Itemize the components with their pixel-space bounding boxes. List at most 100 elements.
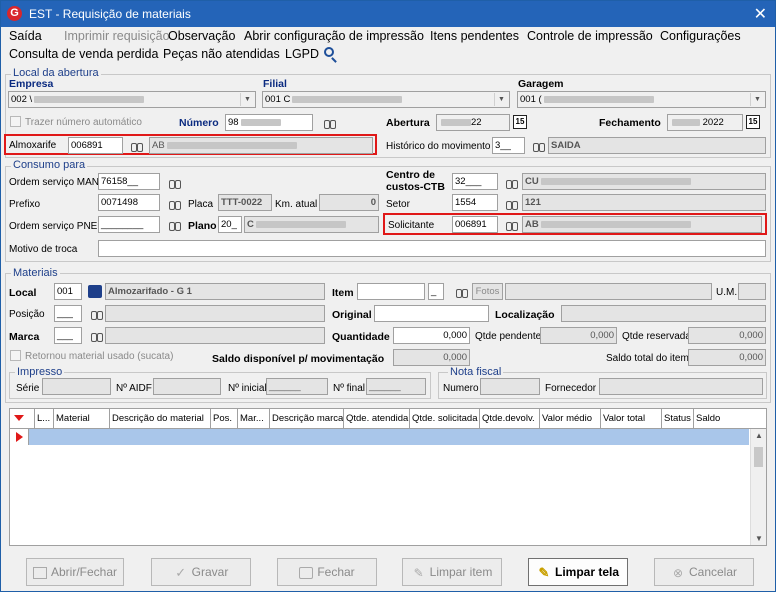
grid-col-material[interactable]: Material: [54, 409, 110, 429]
binoculars-icon[interactable]: [169, 178, 181, 189]
inicial-label: Nº inicial: [228, 383, 267, 394]
limpar-item-button[interactable]: ✎ Limpar item: [402, 558, 502, 586]
close-icon[interactable]: ✕: [754, 4, 767, 24]
menu-controle-impressao[interactable]: Controle de impressão: [527, 29, 653, 43]
solicitante-code-input[interactable]: 006891: [452, 216, 498, 233]
search-icon[interactable]: [324, 47, 334, 57]
binoculars-icon[interactable]: [456, 287, 468, 298]
abrir-fechar-button[interactable]: Abrir/Fechar: [26, 558, 124, 586]
filial-select[interactable]: 001 C ▼: [262, 91, 510, 108]
grid-scrollbar[interactable]: ▲ ▼: [750, 429, 766, 545]
retornou-checkbox[interactable]: [10, 350, 21, 361]
menu-configuracoes[interactable]: Configurações: [660, 29, 741, 43]
row-indicator-icon[interactable]: [10, 429, 29, 445]
menu-consulta-venda-perdida[interactable]: Consulta de venda perdida: [9, 47, 158, 61]
inicial-value: ______: [266, 378, 328, 395]
qtde-pendente-label: Qtde pendente: [475, 331, 542, 342]
plano-code-input[interactable]: 20_: [218, 216, 242, 233]
grid-col-descricao-material[interactable]: Descrição do material: [110, 409, 211, 429]
grid-col-qtde-solicitada[interactable]: Qtde. solicitada: [410, 409, 480, 429]
warehouse-icon[interactable]: [88, 285, 102, 298]
gravar-button[interactable]: ✓ Gravar: [151, 558, 251, 586]
grid-col-qtde-atendida[interactable]: Qtde. atendida: [344, 409, 410, 429]
grid-col-status[interactable]: Status: [662, 409, 694, 429]
historico-code-input[interactable]: 3__: [492, 137, 525, 154]
almoxarife-code-input[interactable]: 006891: [68, 137, 123, 154]
saldo-mov-value: 0,000: [393, 349, 470, 366]
motivo-troca-input[interactable]: [98, 240, 766, 257]
marca-desc: [105, 327, 325, 344]
local-code-input[interactable]: 001: [54, 283, 82, 300]
ordem-man-input[interactable]: 76158__: [98, 173, 160, 190]
grid-col-qtde-devolv[interactable]: Qtde.devolv.: [480, 409, 540, 429]
binoculars-icon[interactable]: [506, 220, 518, 231]
grid-sort-header[interactable]: [10, 409, 35, 429]
abertura-date[interactable]: 22: [436, 114, 510, 131]
garagem-label: Garagem: [518, 78, 564, 90]
chevron-down-icon[interactable]: ▼: [240, 93, 254, 106]
menu-saida[interactable]: Saída: [9, 29, 42, 43]
posicao-input[interactable]: ___: [54, 305, 82, 322]
saldo-item-value: 0,000: [688, 349, 766, 366]
prefixo-input[interactable]: 0071498: [98, 194, 160, 211]
binoculars-icon[interactable]: [533, 141, 545, 152]
binoculars-icon[interactable]: [506, 199, 518, 210]
item-label: Item: [332, 287, 354, 299]
placa-label: Placa: [188, 199, 214, 210]
trazer-numero-checkbox[interactable]: [10, 116, 21, 127]
limpar-tela-button[interactable]: ✎ Limpar tela: [528, 558, 628, 586]
menu-imprimir-requisicao[interactable]: Imprimir requisição: [64, 29, 170, 43]
km-atual-label: Km. atual: [275, 199, 318, 210]
setor-code-input[interactable]: 1554: [452, 194, 498, 211]
grid-col-descricao-marca[interactable]: Descrição marca: [270, 409, 344, 429]
binoculars-icon[interactable]: [91, 331, 103, 342]
cancelar-button[interactable]: ⊗ Cancelar: [654, 558, 754, 586]
binoculars-icon[interactable]: [91, 309, 103, 320]
menu-pecas-nao-atendidas[interactable]: Peças não atendidas: [163, 47, 280, 61]
garagem-select[interactable]: 001 (▼: [517, 91, 766, 108]
menu-abrir-configuracao-impressao[interactable]: Abrir configuração de impressão: [244, 29, 424, 43]
saldo-item-label: Saldo total do item: [606, 353, 689, 364]
menu-lgpd[interactable]: LGPD: [285, 47, 319, 61]
binoculars-icon[interactable]: [131, 141, 143, 152]
ordem-pne-input[interactable]: ________: [98, 216, 160, 233]
binoculars-icon[interactable]: [169, 220, 181, 231]
calendar-icon[interactable]: 15: [513, 115, 527, 129]
binoculars-icon[interactable]: [506, 178, 518, 189]
original-input[interactable]: [374, 305, 489, 322]
menu-observacao[interactable]: Observação: [168, 29, 235, 43]
item-input[interactable]: [357, 283, 425, 300]
menu-itens-pendentes[interactable]: Itens pendentes: [430, 29, 519, 43]
scroll-down-icon[interactable]: ▼: [755, 534, 763, 543]
items-grid[interactable]: L... Material Descrição do material Pos.…: [9, 408, 767, 546]
grid-col-l[interactable]: L...: [35, 409, 54, 429]
quantidade-input[interactable]: 0,000: [393, 327, 470, 344]
grid-col-saldo[interactable]: Saldo: [694, 409, 766, 429]
centro-custos-code-input[interactable]: 32___: [452, 173, 498, 190]
grid-col-pos[interactable]: Pos.: [211, 409, 238, 429]
chevron-down-icon[interactable]: ▼: [750, 93, 764, 106]
marca-input[interactable]: ___: [54, 327, 82, 344]
qtde-pendente-value: 0,000: [540, 327, 617, 344]
serie-label: Série: [16, 383, 40, 394]
empresa-select[interactable]: 002 \ ▼: [8, 91, 256, 108]
placa-value: TTT-0022: [218, 194, 272, 211]
fotos-button[interactable]: Fotos: [472, 283, 503, 300]
qtde-reservada-label: Qtde reservada: [622, 331, 691, 342]
chevron-down-icon[interactable]: ▼: [494, 93, 508, 106]
numero-input[interactable]: 98: [225, 114, 313, 131]
binoculars-icon[interactable]: [324, 118, 336, 129]
item-suffix-input[interactable]: _: [428, 283, 444, 300]
fechar-button[interactable]: Fechar: [277, 558, 377, 586]
binoculars-icon[interactable]: [169, 199, 181, 210]
fechamento-date[interactable]: 2022: [667, 114, 743, 131]
table-row[interactable]: [29, 429, 749, 445]
grid-col-marca[interactable]: Mar...: [238, 409, 270, 429]
scroll-thumb[interactable]: [754, 447, 763, 467]
centro-custos-desc: CU: [522, 173, 766, 190]
grid-col-valor-total[interactable]: Valor total: [601, 409, 662, 429]
calendar-icon[interactable]: 15: [746, 115, 760, 129]
scroll-up-icon[interactable]: ▲: [755, 431, 763, 440]
filial-label: Filial: [263, 78, 287, 90]
grid-col-valor-medio[interactable]: Valor médio: [540, 409, 601, 429]
